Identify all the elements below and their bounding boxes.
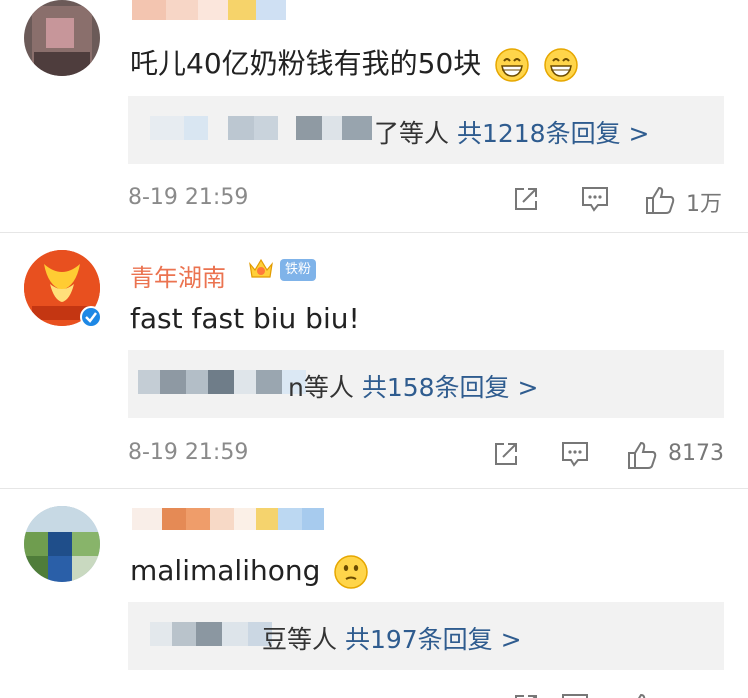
- comment-text: fast fast biu biu!: [130, 302, 360, 335]
- timestamp: 8-19 21:59: [128, 185, 249, 210]
- comment-footer: 8-19 21:59 1万: [128, 185, 724, 217]
- share-icon[interactable]: [512, 692, 540, 698]
- reply-summary: 豆等人 共197条回复 >: [262, 620, 522, 656]
- like-count: 1万: [686, 192, 722, 217]
- thumbs-up-icon[interactable]: [626, 692, 658, 698]
- grin-emoji-icon: [544, 48, 578, 82]
- thumbs-up-icon[interactable]: [626, 440, 658, 470]
- like-count: 8173: [668, 441, 724, 466]
- reply-count-link[interactable]: 共158条回复 >: [362, 373, 539, 402]
- thumbs-up-icon[interactable]: [644, 185, 676, 215]
- reply-users: 豆等人: [262, 625, 338, 654]
- crown-badge-icon: [249, 258, 273, 278]
- comment-icon[interactable]: [580, 185, 610, 213]
- comment-feed: 吒儿40亿奶粉钱有我的50块 了等人 共1218条回复 > 8-19 21:59…: [0, 0, 748, 698]
- reply-users: 了等人: [374, 119, 450, 148]
- reply-count-link[interactable]: 共197条回复 >: [345, 625, 522, 654]
- avatar[interactable]: [24, 0, 100, 76]
- comment-footer: [128, 692, 724, 698]
- username[interactable]: 青年湖南: [130, 258, 226, 293]
- comment-text-content: 吒儿40亿奶粉钱有我的50块: [130, 47, 482, 80]
- reply-count-link[interactable]: 共1218条回复 >: [457, 119, 650, 148]
- fan-badge: 铁粉: [280, 259, 317, 281]
- username[interactable]: [132, 508, 324, 530]
- comment-item: malimalihong 豆等人 共197条回复 >: [0, 506, 748, 698]
- verified-icon: [80, 306, 102, 328]
- reply-preview[interactable]: 豆等人 共197条回复 >: [128, 602, 724, 670]
- reply-preview[interactable]: n等人 共158条回复 >: [128, 350, 724, 418]
- reply-summary: n等人 共158条回复 >: [288, 368, 538, 404]
- reply-summary: 了等人 共1218条回复 >: [374, 114, 650, 150]
- reply-users: n等人: [288, 373, 354, 402]
- divider: [0, 488, 748, 489]
- username[interactable]: [132, 0, 292, 20]
- comment-icon[interactable]: [560, 692, 590, 698]
- share-icon[interactable]: [512, 185, 540, 213]
- reply-preview[interactable]: 了等人 共1218条回复 >: [128, 96, 724, 164]
- comment-footer: 8-19 21:59 8173: [128, 440, 724, 470]
- divider: [0, 232, 748, 233]
- comment-text: malimalihong: [130, 554, 369, 590]
- grin-emoji-icon: [495, 48, 529, 82]
- comment-icon[interactable]: [560, 440, 590, 468]
- timestamp: 8-19 21:59: [128, 440, 249, 465]
- comment-item: 吒儿40亿奶粉钱有我的50块 了等人 共1218条回复 > 8-19 21:59…: [0, 0, 748, 230]
- thinking-emoji-icon: [334, 555, 369, 589]
- share-icon[interactable]: [492, 440, 520, 468]
- comment-item: 青年湖南 铁粉 fast fast biu biu! n等人 共158条回复 >…: [0, 250, 748, 486]
- avatar[interactable]: [24, 506, 100, 582]
- comment-text: 吒儿40亿奶粉钱有我的50块: [130, 42, 579, 83]
- comment-text-content: malimalihong: [130, 554, 321, 587]
